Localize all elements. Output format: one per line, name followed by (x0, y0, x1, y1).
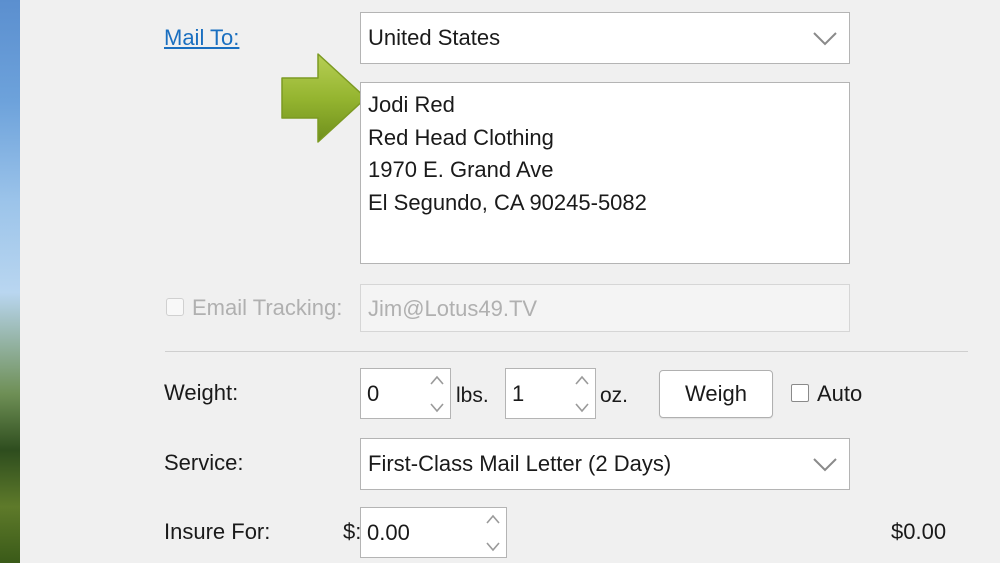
lbs-value: 0 (367, 381, 380, 406)
oz-unit: oz. (600, 384, 629, 407)
chevron-down-icon (813, 458, 837, 472)
insure-cost: $0.00 (891, 519, 947, 544)
insure-value: 0.00 (367, 520, 410, 545)
auto-checkbox[interactable] (791, 384, 809, 402)
lbs-input[interactable]: 0 (360, 368, 451, 419)
address-textarea[interactable]: Jodi Red Red Head Clothing 1970 E. Grand… (360, 82, 850, 264)
service-label: Service: (164, 450, 244, 475)
desktop-background (0, 0, 20, 563)
email-tracking-field[interactable]: Jim@Lotus49.TV (360, 284, 850, 332)
email-tracking-value: Jim@Lotus49.TV (368, 296, 538, 321)
email-tracking-label: Email Tracking: (192, 295, 343, 320)
oz-stepper-icon[interactable] (575, 374, 589, 414)
oz-value: 1 (512, 381, 525, 406)
lbs-stepper-icon[interactable] (430, 374, 444, 414)
arrow-right-icon (281, 53, 367, 143)
auto-label: Auto (817, 381, 863, 406)
weigh-button[interactable]: Weigh (659, 370, 773, 418)
insure-currency-prefix: $: (343, 519, 362, 544)
insure-label: Insure For: (164, 519, 271, 544)
insure-input[interactable]: 0.00 (360, 507, 507, 558)
service-select-value: First-Class Mail Letter (2 Days) (368, 451, 672, 476)
lbs-unit: lbs. (456, 384, 489, 407)
service-select[interactable]: First-Class Mail Letter (2 Days) (360, 438, 850, 490)
email-tracking-checkbox[interactable] (166, 298, 184, 316)
postage-panel: Mail To: United States Jodi Red Red Head… (20, 0, 1000, 563)
oz-input[interactable]: 1 (505, 368, 596, 419)
mail-to-link[interactable]: Mail To: (164, 25, 239, 51)
insure-stepper-icon[interactable] (486, 513, 500, 553)
address-text: Jodi Red Red Head Clothing 1970 E. Grand… (368, 92, 647, 215)
country-select[interactable]: United States (360, 12, 850, 64)
section-divider (165, 351, 968, 352)
chevron-down-icon (813, 32, 837, 46)
weight-label: Weight: (164, 380, 239, 405)
country-select-value: United States (368, 25, 501, 50)
